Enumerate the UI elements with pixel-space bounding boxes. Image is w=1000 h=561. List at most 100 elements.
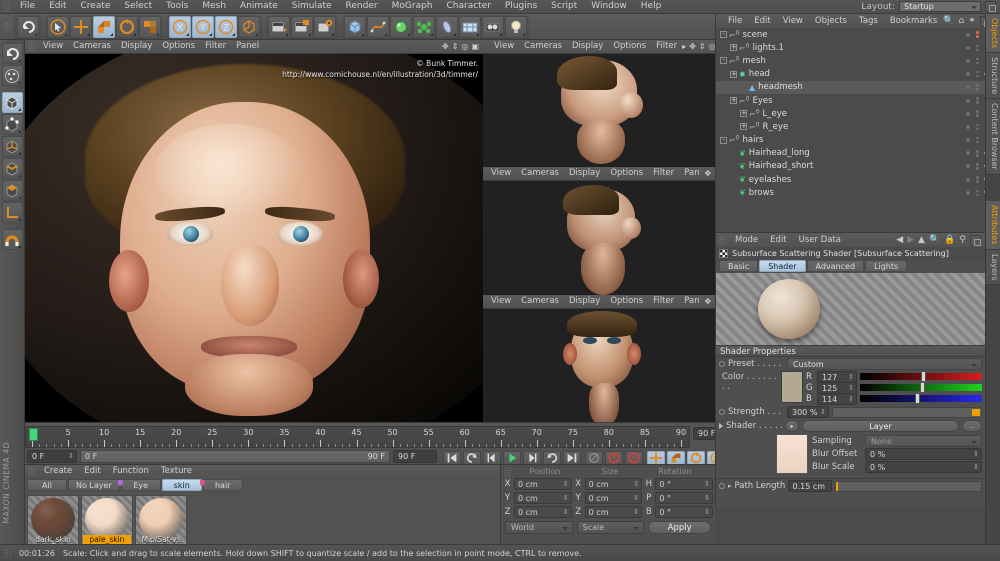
live-selection-icon[interactable] [1, 65, 23, 86]
object-row-scene[interactable]: - ⌐0 scene [716, 28, 985, 41]
timeline-ruler[interactable]: 051015202530354045505560657075808590 [25, 426, 690, 448]
timeline-playhead[interactable] [29, 428, 38, 441]
object-visibility-dots[interactable] [966, 31, 979, 38]
attributes-menu-edit[interactable]: Edit [764, 236, 792, 245]
viewport-right-side-canvas[interactable] [483, 54, 715, 167]
polygon-mode-icon[interactable] [1, 180, 23, 201]
scale-icon[interactable] [93, 15, 115, 38]
object-tree[interactable]: -⌐0scene+⌐0lights.1-⌐0mesh+✹head✔▲headme… [716, 28, 1000, 232]
expander-collapse-icon[interactable]: - [720, 31, 727, 39]
editor-visibility-dot[interactable] [966, 85, 970, 90]
menu-item-select[interactable]: Select [117, 2, 159, 11]
expander-collapse-icon[interactable]: - [720, 136, 727, 144]
scale-key-icon[interactable] [667, 450, 685, 465]
play-icon[interactable] [503, 450, 521, 465]
pan-icon[interactable]: ✥ [442, 42, 449, 51]
strength-animate-dot[interactable] [719, 409, 725, 415]
spinner-icon[interactable]: ⇕ [68, 452, 74, 461]
viewport-right-middle-menu-view[interactable]: View [486, 169, 516, 178]
coordinates-rotation-b-field[interactable]: 0 ° ⇕ [655, 506, 714, 518]
spinner-icon[interactable]: ⇕ [704, 494, 710, 503]
viewport-right-bottom-menu-pan[interactable]: Pan [679, 297, 704, 306]
material-menu-create[interactable]: Create [38, 467, 78, 476]
coordinate-system-select[interactable]: World [505, 521, 573, 534]
object-row-lights-1[interactable]: + ⌐0 lights.1 [716, 41, 985, 54]
channel-slider-knob[interactable] [921, 371, 926, 382]
layout-manage-button[interactable] [985, 1, 996, 12]
attributes-menu-mode[interactable]: Mode [729, 236, 764, 245]
shader-layer-button[interactable]: Layer [802, 420, 959, 432]
material-layer-eye[interactable]: Eye [117, 479, 161, 491]
deformer-icon[interactable] [436, 15, 458, 38]
object-visibility-dots[interactable] [966, 123, 979, 131]
object-row-l-eye[interactable]: + ⌐0 L_eye [716, 107, 985, 120]
object-row-eyelashes[interactable]: ❦eyelashes✔ [716, 173, 1000, 186]
object-visibility-dots[interactable] [966, 57, 979, 65]
spinner-icon[interactable]: ⇕ [820, 408, 826, 417]
blur-offset-field[interactable]: 0 % ⇕ [865, 447, 982, 460]
editor-visibility-dot[interactable] [966, 111, 970, 116]
search-icon[interactable]: 🔍 [929, 235, 940, 245]
object-manager-menu-bookmarks[interactable]: Bookmarks [884, 17, 944, 26]
menu-item-script[interactable]: Script [544, 2, 584, 11]
spinner-icon[interactable]: ⇕ [848, 395, 854, 404]
channel-value-field[interactable]: 127 ⇕ [817, 370, 857, 383]
viewport-right-bottom-menu-display[interactable]: Display [564, 297, 605, 306]
editor-visibility-dot[interactable] [966, 98, 970, 103]
channel-slider[interactable] [860, 371, 982, 382]
step-back-icon[interactable] [483, 450, 501, 465]
object-row-eyes[interactable]: + ⌐0 Eyes [716, 94, 985, 107]
expander-expand-icon[interactable]: + [730, 44, 737, 52]
viewport-perspective[interactable]: View Cameras Display Options Filter Panel ✥ ⇕… [25, 40, 483, 422]
right-tab-attributes[interactable]: Attributes [986, 201, 1000, 250]
render-visibility-dot[interactable] [976, 163, 979, 170]
viewport-right-middle-canvas[interactable] [483, 181, 715, 295]
preset-select[interactable]: Custom [787, 358, 982, 370]
link-icon[interactable]: ⚭ [968, 16, 976, 26]
record-active-objects-icon[interactable] [585, 450, 603, 465]
camera-icon[interactable] [482, 15, 504, 38]
object-manager-menu-file[interactable]: File [722, 17, 748, 26]
menu-item-tools[interactable]: Tools [159, 2, 195, 11]
viewport-right-bottom-menu-filter[interactable]: Filter [648, 297, 679, 306]
sampling-select[interactable]: None [865, 434, 982, 447]
object-axis-icon[interactable] [1, 136, 23, 157]
z-axis-icon[interactable]: Z [215, 15, 237, 38]
undo-icon[interactable] [17, 15, 39, 38]
channel-slider[interactable] [860, 382, 982, 393]
axis-mode-icon[interactable] [1, 202, 23, 223]
material-swatch[interactable]: Mip/Sat-vs [135, 495, 187, 547]
object-manager-menu-edit[interactable]: Edit [748, 17, 776, 26]
apply-button[interactable]: Apply [648, 521, 712, 534]
expander-collapse-icon[interactable]: - [720, 57, 727, 65]
object-row-mesh[interactable]: - ⌐0 mesh [716, 54, 985, 67]
object-visibility-dots[interactable] [966, 150, 979, 157]
move-icon[interactable] [70, 15, 92, 38]
attributes-tab-lights[interactable]: Lights [865, 260, 908, 272]
object-visibility-dots[interactable] [966, 189, 979, 197]
render-visibility-dot[interactable] [976, 70, 979, 78]
viewport-right-middle-menu-filter[interactable]: Filter [648, 169, 679, 178]
render-visibility-dot[interactable] [976, 84, 979, 91]
coordinates-grip[interactable] [504, 466, 511, 476]
spinner-icon[interactable]: ⇕ [563, 508, 569, 517]
render-region-icon[interactable] [291, 15, 313, 38]
blur-scale-field[interactable]: 0 % ⇕ [865, 460, 982, 473]
attributes-expand-button[interactable] [970, 234, 981, 246]
viewport-right-middle-menu-display[interactable]: Display [564, 169, 605, 178]
spinner-icon[interactable]: ⇕ [704, 480, 710, 489]
channel-value-field[interactable]: 125 ⇕ [817, 381, 857, 394]
menu-item-file[interactable]: File [13, 2, 42, 11]
path-length-animate-dot[interactable] [719, 483, 725, 489]
step-forward-icon[interactable] [523, 450, 541, 465]
forward-arrow-icon[interactable]: ▶ [907, 235, 914, 245]
loop-icon[interactable] [543, 450, 561, 465]
position-key-icon[interactable] [647, 450, 665, 465]
viewport-grip[interactable] [28, 42, 35, 51]
viewport-right-middle-menu-options[interactable]: Options [605, 169, 648, 178]
shader-texture-thumbnail[interactable] [776, 434, 808, 474]
material-grip[interactable] [28, 467, 35, 476]
right-tab-content-browser[interactable]: Content Browser [986, 99, 1000, 176]
render-visibility-dot[interactable] [976, 57, 979, 65]
spinner-icon[interactable]: ⇕ [973, 463, 979, 472]
